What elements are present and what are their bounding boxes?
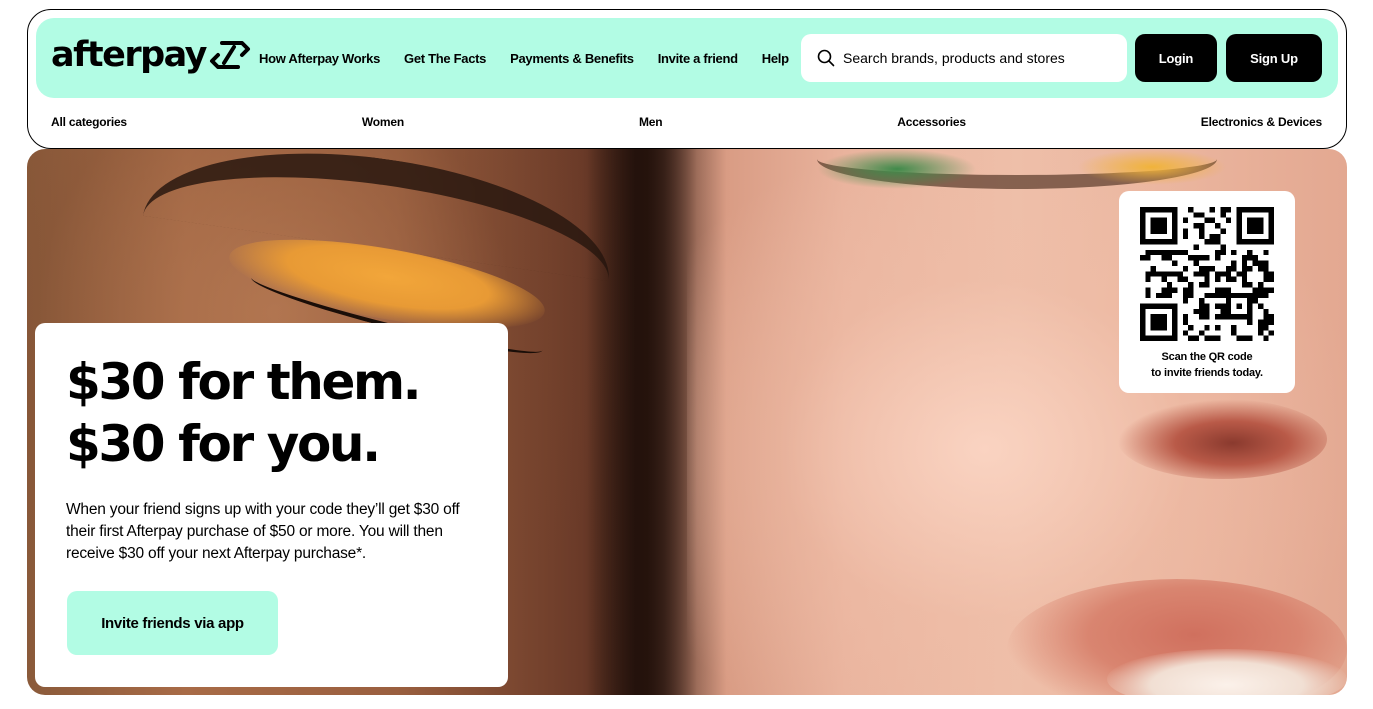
category-nav: All categories Women Men Accessories Ele…: [51, 114, 1322, 130]
login-button[interactable]: Login: [1135, 34, 1217, 82]
invite-friends-button[interactable]: Invite friends via app: [67, 591, 278, 655]
category-accessories[interactable]: Accessories: [897, 115, 966, 129]
headline-line-2: $30 for you.: [66, 415, 381, 473]
qr-caption-line-1: Scan the QR code: [1161, 351, 1253, 363]
search-input[interactable]: [843, 50, 1103, 66]
category-electronics-devices[interactable]: Electronics & Devices: [1201, 115, 1322, 129]
qr-code-card: Scan the QR code to invite friends today…: [1119, 191, 1295, 393]
nav-help[interactable]: Help: [762, 51, 789, 66]
nav-how-afterpay-works[interactable]: How Afterpay Works: [259, 51, 380, 66]
search-icon: [817, 49, 835, 67]
nav-invite-a-friend[interactable]: Invite a friend: [658, 51, 738, 66]
afterpay-logo[interactable]: afterpay: [51, 35, 252, 75]
qr-code-icon[interactable]: [1140, 207, 1274, 341]
logo-wordmark: afterpay: [51, 35, 208, 75]
promo-card: $30 for them. $30 for you. When your fri…: [35, 323, 508, 687]
qr-caption-line-2: to invite friends today.: [1151, 367, 1263, 379]
search-bar[interactable]: [801, 34, 1127, 82]
promo-headline: $30 for them. $30 for you.: [66, 351, 422, 475]
headline-line-1: $30 for them.: [66, 353, 422, 411]
category-women[interactable]: Women: [362, 115, 404, 129]
category-men[interactable]: Men: [639, 115, 663, 129]
promo-description: When your friend signs up with your code…: [66, 501, 460, 562]
category-all[interactable]: All categories: [51, 115, 127, 129]
nav-payments-benefits[interactable]: Payments & Benefits: [510, 51, 634, 66]
nav-get-the-facts[interactable]: Get The Facts: [404, 51, 486, 66]
sign-up-button[interactable]: Sign Up: [1226, 34, 1322, 82]
primary-nav: How Afterpay Works Get The Facts Payment…: [259, 18, 813, 98]
qr-caption: Scan the QR code to invite friends today…: [1119, 349, 1295, 381]
top-navigation-bar: afterpay How Afterpay Works Get The Fact…: [36, 18, 1338, 98]
afterpay-arrows-icon: [210, 41, 250, 69]
